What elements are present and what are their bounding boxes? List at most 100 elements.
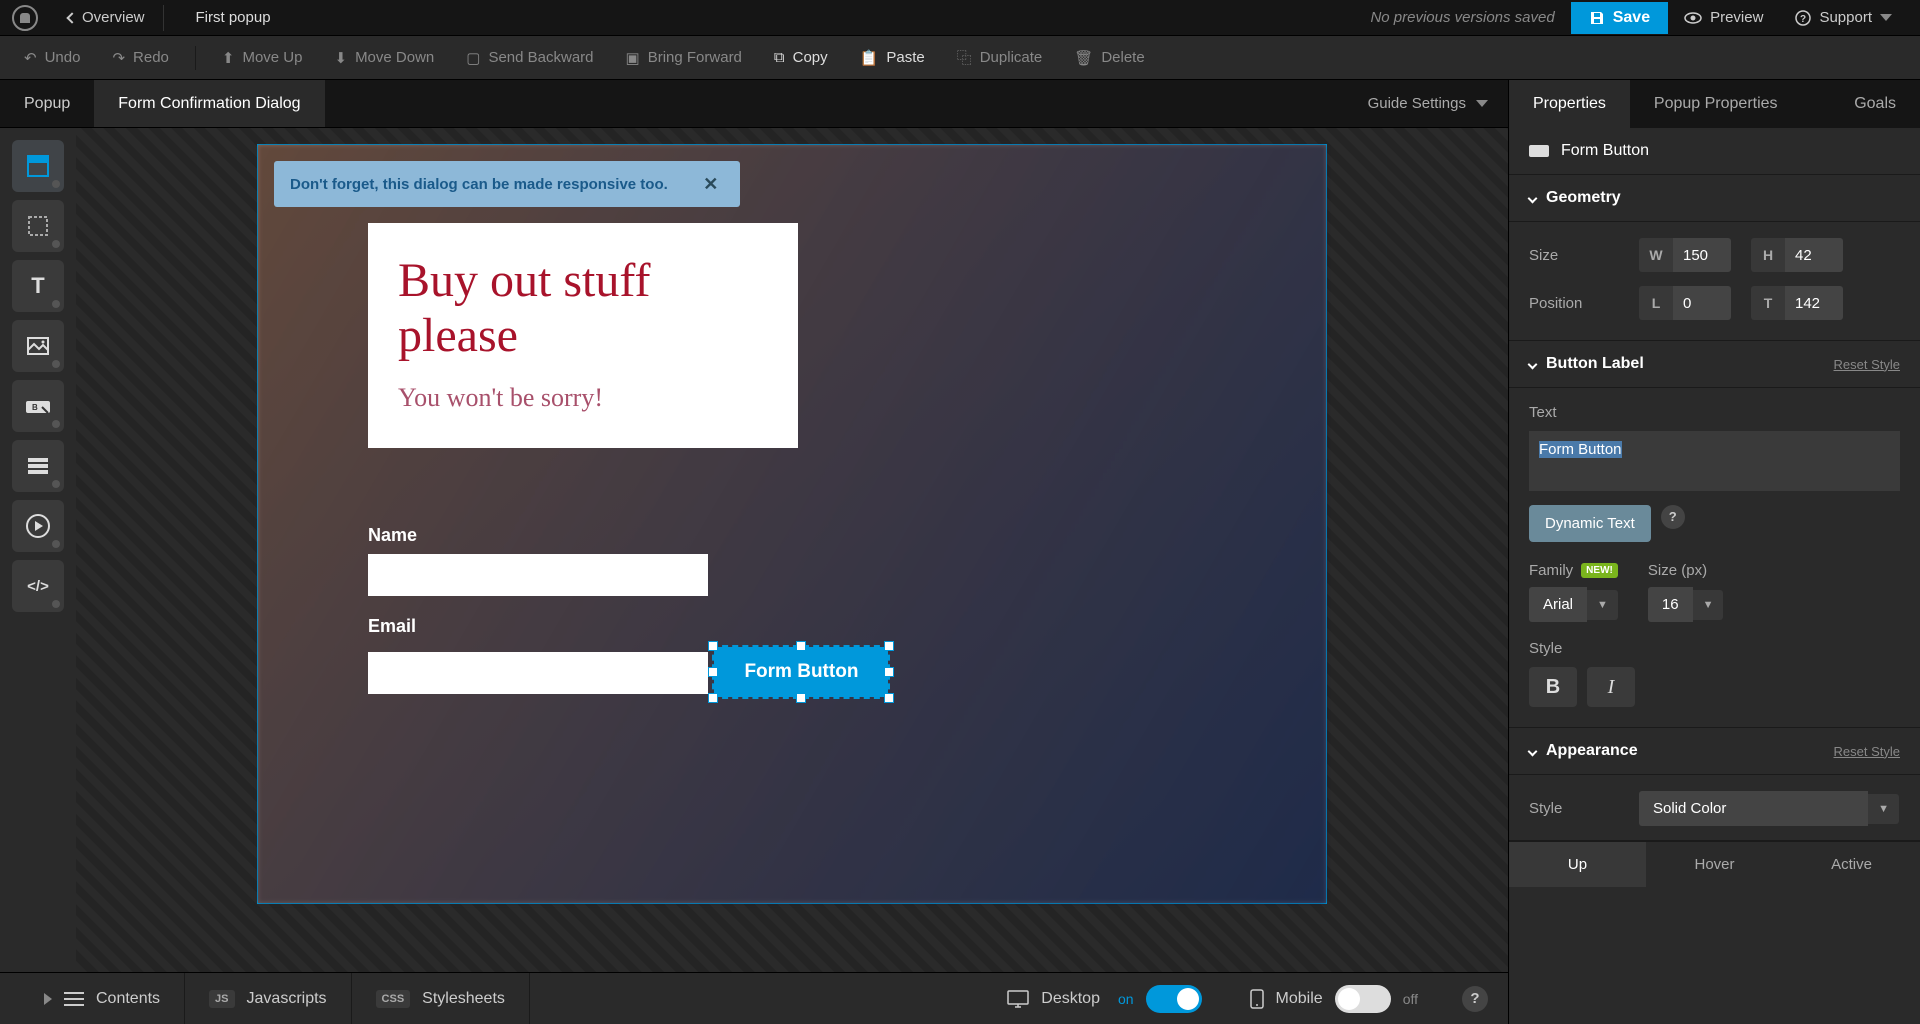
tool-text[interactable]: T [12,260,64,312]
page-title: First popup [172,9,295,26]
stylesheets-button[interactable]: CSS Stylesheets [352,973,530,1024]
duplicate-button[interactable]: ⿻Duplicate [945,41,1055,74]
mobile-icon [1250,989,1264,1009]
save-icon [1589,10,1605,26]
resize-handle-tl[interactable] [708,641,718,651]
resize-handle-tm[interactable] [796,641,806,651]
section-icon [25,153,51,179]
button-label-section: Text Form Button Dynamic Text ? FamilyNE… [1509,388,1920,728]
guide-settings-button[interactable]: Guide Settings [1348,80,1508,127]
state-tab-up[interactable]: Up [1509,842,1646,887]
main-layout: Popup Form Confirmation Dialog Guide Set… [0,80,1920,1024]
appearance-style-select[interactable]: Solid Color ▼ [1639,791,1899,826]
support-button[interactable]: ? Support [1779,9,1908,26]
svg-text:T: T [31,273,45,298]
workspace: T B </> Don't forget, this dialog can be… [0,128,1508,972]
app-logo[interactable] [12,5,38,31]
tab-properties[interactable]: Properties [1509,80,1630,128]
canvas[interactable]: Don't forget, this dialog can be made re… [76,128,1508,972]
t-label: T [1751,286,1785,320]
font-size-select[interactable]: 16▼ [1648,587,1724,622]
contents-button[interactable]: Contents [20,973,185,1024]
javascripts-button[interactable]: JS Javascripts [185,973,352,1024]
dynamic-text-button[interactable]: Dynamic Text [1529,505,1651,542]
height-input[interactable] [1785,238,1843,272]
resize-handle-ml[interactable] [708,667,718,677]
send-backward-button[interactable]: ▢Send Backward [454,43,605,73]
state-tab-hover[interactable]: Hover [1646,842,1783,887]
resize-handle-bl[interactable] [708,693,718,703]
button-text-input[interactable]: Form Button [1529,431,1900,491]
mobile-toggle[interactable] [1335,985,1391,1013]
appearance-section: Style Solid Color ▼ [1509,775,1920,841]
tool-button[interactable]: B [12,380,64,432]
save-button[interactable]: Save [1571,2,1668,34]
paste-button[interactable]: 📋Paste [848,43,937,73]
overview-link[interactable]: Overview [58,9,155,26]
redo-button[interactable]: ↷Redo [100,43,180,73]
arrow-up-icon: ⬆ [222,49,235,67]
tool-form[interactable] [12,440,64,492]
geometry-section-header[interactable]: Geometry [1509,175,1920,222]
tip-close-button[interactable]: ✕ [698,171,724,197]
eye-icon [1684,9,1702,27]
tool-box[interactable] [12,200,64,252]
content-card[interactable]: Buy out stuff please You won't be sorry! [368,223,798,448]
email-input[interactable] [368,652,708,694]
name-input[interactable] [368,554,708,596]
copy-icon: ⧉ [774,49,785,66]
tool-section[interactable] [12,140,64,192]
desktop-toggle-group: Desktop on [983,973,1225,1024]
card-subheading[interactable]: You won't be sorry! [398,383,768,413]
tab-popup[interactable]: Popup [0,80,94,127]
card-heading[interactable]: Buy out stuff please [398,253,768,363]
resize-handle-br[interactable] [884,693,894,703]
caret-down-icon: ▼ [1587,590,1618,620]
top-input[interactable] [1785,286,1843,320]
undo-button[interactable]: ↶Undo [12,43,92,73]
width-input[interactable] [1673,238,1731,272]
svg-text:?: ? [1800,14,1806,25]
properties-panel: Properties Popup Properties Goals Form B… [1508,80,1920,1024]
tab-popup-properties[interactable]: Popup Properties [1630,80,1802,128]
reset-style-link[interactable]: Reset Style [1834,744,1900,759]
email-label: Email [368,616,890,637]
delete-button[interactable]: 🗑Delete [1062,43,1156,73]
w-label: W [1639,238,1673,272]
tool-image[interactable] [12,320,64,372]
copy-button[interactable]: ⧉Copy [762,43,840,72]
popup-frame[interactable]: Don't forget, this dialog can be made re… [257,144,1327,904]
help-button[interactable]: ? [1462,986,1488,1012]
reset-style-link[interactable]: Reset Style [1834,357,1900,372]
tool-video[interactable] [12,500,64,552]
tool-html[interactable]: </> [12,560,64,612]
action-toolbar: ↶Undo ↷Redo ⬆Move Up ⬇Move Down ▢Send Ba… [0,36,1920,80]
position-label: Position [1529,295,1639,312]
move-up-button[interactable]: ⬆Move Up [210,43,315,73]
form-area[interactable]: Name Email Form Button [368,525,890,714]
tab-form-confirmation[interactable]: Form Confirmation Dialog [94,80,324,127]
button-label-section-header[interactable]: Button Label Reset Style [1509,341,1920,388]
bring-forward-button[interactable]: ▣Bring Forward [614,43,754,73]
selected-element-frame[interactable]: Form Button [712,645,890,699]
italic-button[interactable]: I [1587,667,1635,707]
bold-button[interactable]: B [1529,667,1577,707]
box-icon [25,213,51,239]
desktop-toggle[interactable] [1146,985,1202,1013]
preview-button[interactable]: Preview [1668,9,1779,27]
resize-handle-tr[interactable] [884,641,894,651]
font-family-select[interactable]: Arial▼ [1529,587,1618,622]
resize-handle-mr[interactable] [884,667,894,677]
move-down-button[interactable]: ⬇Move Down [322,43,446,73]
tab-goals[interactable]: Goals [1830,80,1920,128]
resize-handle-bm[interactable] [796,693,806,703]
size-label: Size [1529,247,1639,264]
help-icon[interactable]: ? [1661,505,1685,529]
appearance-section-header[interactable]: Appearance Reset Style [1509,728,1920,775]
duplicate-icon: ⿻ [957,47,972,68]
chevron-down-icon [1528,746,1538,756]
state-tab-active[interactable]: Active [1783,842,1920,887]
name-label: Name [368,525,890,546]
form-button[interactable]: Form Button [714,647,888,697]
left-input[interactable] [1673,286,1731,320]
